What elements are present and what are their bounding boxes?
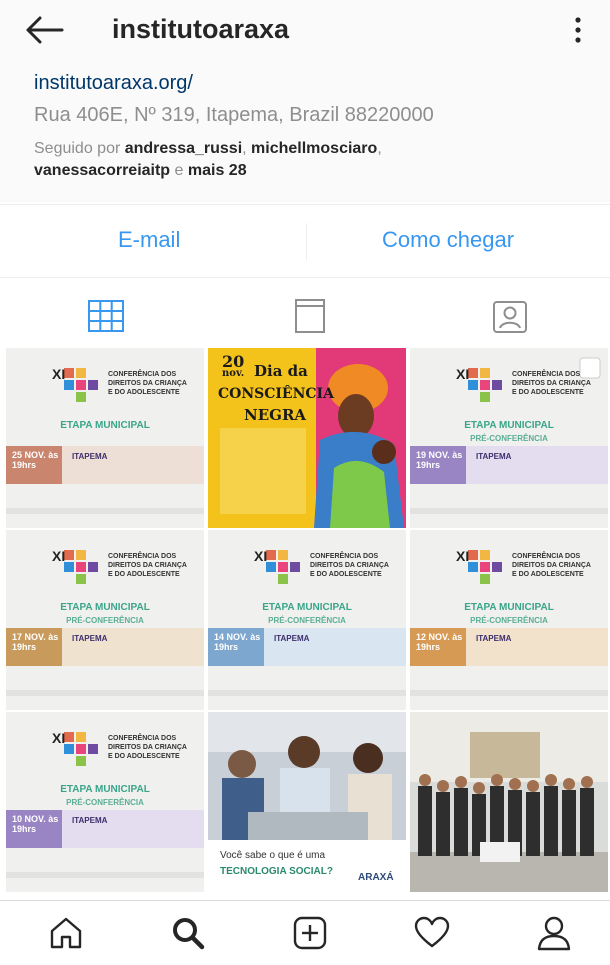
post-thumbnail[interactable] [410, 712, 608, 892]
pre-conference-label: PRÉ-CONFERÊNCIA [470, 434, 548, 443]
profile-tabs [0, 280, 610, 346]
post-photo [208, 712, 406, 892]
post-thumbnail[interactable]: 20 nov. Dia da CONSCIÊNCIA NEGRA [208, 348, 406, 528]
search-icon[interactable] [168, 913, 208, 953]
followed-by[interactable]: Seguido por andressa_russi, michellmosci… [34, 138, 594, 182]
feed-icon[interactable] [290, 296, 330, 336]
post-title-line: CONSCIÊNCIA [218, 386, 334, 402]
more-vertical-icon[interactable] [566, 12, 590, 48]
post-thumbnail[interactable]: XI CONFERÊNCIA DOS DIREITOS DA CRIANÇA E… [208, 530, 406, 710]
top-bar: institutoaraxa [0, 0, 610, 62]
stage-label: ETAPA MUNICIPAL [464, 602, 554, 613]
activity-heart-icon[interactable] [412, 913, 452, 953]
cnda-text: CONFERÊNCIA DOS DIREITOS DA CRIANÇA E DO… [108, 371, 187, 396]
event-date: 14 NOV. às 19hrs [214, 632, 261, 652]
pre-conference-label: PRÉ-CONFERÊNCIA [268, 616, 346, 625]
cnda-text: CONFERÊNCIA DOS DIREITOS DA CRIANÇA E DO… [108, 735, 187, 760]
event-location: ITAPEMA [72, 816, 108, 825]
event-date: 19 NOV. às 19hrs [416, 450, 463, 470]
stage-label: ETAPA MUNICIPAL [60, 602, 150, 613]
directions-button[interactable]: Como chegar [382, 227, 514, 253]
post-title-line: Dia da [254, 362, 308, 380]
grid-icon[interactable] [86, 296, 126, 336]
followed-and: e [170, 162, 188, 179]
stage-label: ETAPA MUNICIPAL [60, 784, 150, 795]
profile-info: institutoaraxa.org/ Rua 406E, Nº 319, It… [0, 62, 610, 202]
post-topic: TECNOLOGIA SOCIAL? [220, 866, 333, 877]
post-photo [410, 712, 608, 892]
email-button[interactable]: E-mail [118, 227, 180, 253]
pre-conference-label: PRÉ-CONFERÊNCIA [470, 616, 548, 625]
cnda-text: CONFERÊNCIA DOS DIREITOS DA CRIANÇA E DO… [310, 553, 389, 578]
post-thumbnail[interactable]: XI CONFERÊNCIA DOS DIREITOS DA CRIANÇA E… [410, 530, 608, 710]
home-icon[interactable] [46, 913, 86, 953]
stage-label: ETAPA MUNICIPAL [262, 602, 352, 613]
page-title: institutoaraxa [112, 14, 290, 44]
cnda-xi-label: XI [456, 366, 470, 382]
post-thumbnail[interactable]: XI CONFERÊNCIA DOS DIREITOS DA CRIANÇA E… [6, 712, 204, 892]
cnda-xi-label: XI [52, 548, 66, 564]
follower-name[interactable]: andressa_russi [125, 140, 242, 157]
cnda-text: CONFERÊNCIA DOS DIREITOS DA CRIANÇA E DO… [108, 553, 187, 578]
add-post-icon[interactable] [290, 913, 330, 953]
stage-label: ETAPA MUNICIPAL [464, 420, 554, 431]
event-location: ITAPEMA [476, 634, 512, 643]
pre-conference-label: PRÉ-CONFERÊNCIA [66, 798, 144, 807]
pre-conference-label: PRÉ-CONFERÊNCIA [66, 616, 144, 625]
event-date: 12 NOV. às 19hrs [416, 632, 463, 652]
post-thumbnail[interactable]: XI CONFERÊNCIA DOS DIREITOS DA CRIANÇA E… [6, 530, 204, 710]
post-month: nov. [222, 368, 245, 379]
cnda-xi-label: XI [456, 548, 470, 564]
bottom-nav [0, 900, 610, 965]
post-thumbnail[interactable]: XI CONFERÊNCIA DOS DIREITOS DA CRIANÇA E… [6, 348, 204, 528]
event-date: 10 NOV. às 19hrs [12, 814, 59, 834]
event-location: ITAPEMA [72, 452, 108, 461]
post-thumbnail[interactable]: XI CONFERÊNCIA DOS DIREITOS DA CRIANÇA E… [410, 348, 608, 528]
follower-name[interactable]: vanessacorreiaitp [34, 162, 170, 179]
profile-icon[interactable] [534, 913, 574, 953]
event-location: ITAPEMA [72, 634, 108, 643]
cnda-text: CONFERÊNCIA DOS DIREITOS DA CRIANÇA E DO… [512, 553, 591, 578]
stage-label: ETAPA MUNICIPAL [60, 420, 150, 431]
cnda-xi-label: XI [52, 730, 66, 746]
followed-more[interactable]: mais 28 [188, 162, 247, 179]
araxa-logo-text: ARAXÁ [358, 872, 394, 883]
posts-grid: XI CONFERÊNCIA DOS DIREITOS DA CRIANÇA E… [6, 348, 608, 894]
post-question: Você sabe o que é uma [220, 850, 326, 861]
event-location: ITAPEMA [274, 634, 310, 643]
back-arrow-icon[interactable] [22, 12, 66, 48]
event-date: 25 NOV. às 19hrs [12, 450, 59, 470]
cnda-xi-label: XI [254, 548, 268, 564]
event-location: ITAPEMA [476, 452, 512, 461]
followed-prefix: Seguido por [34, 140, 125, 157]
cnda-text: CONFERÊNCIA DOS DIREITOS DA CRIANÇA E DO… [512, 371, 591, 396]
action-buttons: E-mail Como chegar [0, 204, 610, 278]
post-thumbnail[interactable]: Você sabe o que é uma TECNOLOGIA SOCIAL?… [208, 712, 406, 892]
website-link[interactable]: institutoaraxa.org/ [34, 72, 193, 95]
address-text[interactable]: Rua 406E, Nº 319, Itapema, Brazil 882200… [34, 104, 434, 127]
follower-name[interactable]: michellmosciaro [251, 140, 377, 157]
divider [306, 223, 307, 261]
post-title-line: NEGRA [244, 406, 307, 424]
cnda-xi-label: XI [52, 366, 66, 382]
event-date: 17 NOV. às 19hrs [12, 632, 59, 652]
tagged-icon[interactable] [490, 296, 530, 336]
